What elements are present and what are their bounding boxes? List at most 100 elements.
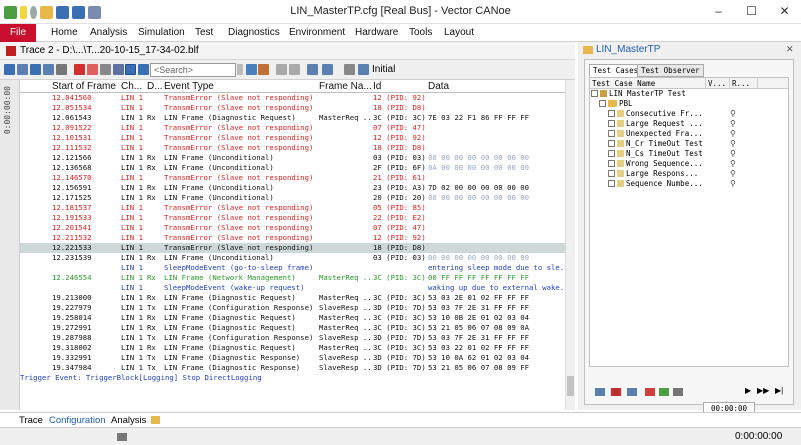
pin-icon[interactable]: ⚲ bbox=[730, 159, 736, 168]
tab-trace[interactable]: Trace bbox=[19, 415, 43, 426]
pin-icon[interactable]: ⚲ bbox=[730, 169, 736, 178]
col-result[interactable]: R... bbox=[730, 78, 758, 89]
table-row[interactable]: 12.051534 LIN 1 TransmError (Slave not res… bbox=[20, 103, 565, 113]
table-row[interactable]: 12.136568 LIN 1 Rx LIN Frame (Unconditional… bbox=[20, 163, 565, 173]
initial-dropdown[interactable]: Initial bbox=[372, 64, 395, 75]
col-data[interactable]: Data bbox=[428, 81, 449, 92]
menu-home[interactable]: Home bbox=[51, 24, 78, 42]
table-row[interactable]: 12.221533 LIN 1 TransmError (Slave not res… bbox=[20, 243, 565, 253]
col-verdict[interactable]: V... bbox=[706, 78, 730, 89]
panel-close-icon[interactable]: ✕ bbox=[786, 44, 794, 55]
pin-icon[interactable]: ⚲ bbox=[730, 139, 736, 148]
tree-group-pbl[interactable]: PBL bbox=[599, 99, 633, 109]
test-case-checkbox[interactable] bbox=[608, 120, 615, 127]
tab-test-observer[interactable]: Test Observer bbox=[637, 64, 704, 77]
font-icon[interactable] bbox=[344, 64, 355, 75]
doc-icon[interactable] bbox=[673, 388, 683, 396]
skip-icon[interactable]: ▶| bbox=[775, 386, 783, 395]
table-row[interactable]: 19.258014 LIN 1 Rx LIN Frame (Diagnostic Re… bbox=[20, 313, 565, 323]
col-start-of-frame[interactable]: Start of Frame bbox=[52, 81, 116, 92]
stop-run-icon[interactable] bbox=[611, 388, 621, 396]
layout-icon[interactable] bbox=[358, 64, 369, 75]
refresh-icon[interactable] bbox=[659, 388, 669, 396]
table-row[interactable]: 12.091522 LIN 1 TransmError (Slave not res… bbox=[20, 123, 565, 133]
table-row[interactable]: LIN 1 SleepModeEvent (wake-up request) wak… bbox=[20, 283, 565, 293]
pin-icon[interactable]: ⚲ bbox=[730, 149, 736, 158]
sort-icon[interactable] bbox=[30, 64, 41, 75]
tab-configuration[interactable]: Configuration bbox=[49, 415, 106, 426]
table-row[interactable]: 19.272991 LIN 1 Rx LIN Frame (Diagnostic Re… bbox=[20, 323, 565, 333]
detail-icon[interactable] bbox=[113, 64, 124, 75]
pin-icon[interactable]: ⚲ bbox=[730, 129, 736, 138]
test-case-checkbox[interactable] bbox=[608, 160, 615, 167]
pin-icon[interactable]: ⚲ bbox=[730, 179, 736, 188]
menu-layout[interactable]: Layout bbox=[444, 24, 474, 42]
play-icon[interactable]: ▶ bbox=[745, 386, 751, 395]
test-case-item[interactable]: Large Respons... bbox=[608, 169, 698, 179]
table-row[interactable]: LIN 1 SleepModeEvent (go-to-sleep frame) e… bbox=[20, 263, 565, 273]
menu-tools[interactable]: Tools bbox=[409, 24, 432, 42]
tree-root[interactable]: LIN MasterTP Test bbox=[591, 89, 686, 99]
pause-icon[interactable] bbox=[100, 64, 111, 75]
test-case-item[interactable]: N_Cs TimeOut Test bbox=[608, 149, 703, 159]
menu-diagnostics[interactable]: Diagnostics bbox=[228, 24, 280, 42]
search-dropdown-icon[interactable] bbox=[237, 64, 243, 75]
col-frame-name[interactable]: Frame Na... bbox=[319, 81, 372, 92]
test-case-checkbox[interactable] bbox=[608, 150, 615, 157]
trigger-event-row[interactable]: Trigger Event: TriggerBlock[Logging] Sto… bbox=[20, 373, 565, 383]
col-channel[interactable]: Ch... bbox=[121, 81, 142, 92]
col-event-type[interactable]: Event Type bbox=[164, 81, 214, 92]
scroll-lock-icon[interactable] bbox=[125, 64, 136, 75]
table-row[interactable]: 12.061543 LIN 1 Rx LIN Frame (Diagnostic Re… bbox=[20, 113, 565, 123]
col-direction[interactable]: D... bbox=[147, 81, 163, 92]
trace-scrollbar[interactable] bbox=[565, 80, 575, 410]
menu-environment[interactable]: Environment bbox=[289, 24, 345, 42]
autoscroll-icon[interactable] bbox=[138, 64, 149, 75]
table-row[interactable]: 12.181537 LIN 1 TransmError (Slave not res… bbox=[20, 203, 565, 213]
table-row[interactable]: 12.146570 LIN 1 TransmError (Slave not res… bbox=[20, 173, 565, 183]
col-test-case-name[interactable]: Test Case Name bbox=[590, 78, 706, 89]
table-row[interactable]: 12.191533 LIN 1 TransmError (Slave not res… bbox=[20, 213, 565, 223]
table-row[interactable]: 19.332991 LIN 1 Tx LIN Frame (Diagnostic Re… bbox=[20, 353, 565, 363]
table-row[interactable]: 12.211532 LIN 1 TransmError (Slave not res… bbox=[20, 233, 565, 243]
table-row[interactable]: 12.041560 LIN 1 TransmError (Slave not res… bbox=[20, 93, 565, 103]
tab-test-cases[interactable]: Test Cases bbox=[589, 64, 643, 77]
table-row[interactable]: 12.246554 LIN 1 Rx LIN Frame (Network Manag… bbox=[20, 273, 565, 283]
menu-analysis[interactable]: Analysis bbox=[90, 24, 127, 42]
report-icon[interactable] bbox=[645, 388, 655, 396]
find-prev-icon[interactable] bbox=[258, 64, 269, 75]
table-row[interactable]: 19.227979 LIN 1 Tx LIN Frame (Configuration… bbox=[20, 303, 565, 313]
test-case-item[interactable]: N_Cr TimeOut Test bbox=[608, 139, 703, 149]
nav-back-icon[interactable] bbox=[276, 64, 287, 75]
view-icon[interactable] bbox=[43, 64, 54, 75]
test-case-item[interactable]: Wrong Sequence... bbox=[608, 159, 703, 169]
file-menu[interactable]: File bbox=[0, 24, 36, 42]
select-icon[interactable] bbox=[627, 388, 637, 396]
test-case-checkbox[interactable] bbox=[608, 140, 615, 147]
table-row[interactable]: 12.156591 LIN 1 Rx LIN Frame (Unconditional… bbox=[20, 183, 565, 193]
table-row[interactable]: 12.231539 LIN 1 Rx LIN Frame (Unconditional… bbox=[20, 253, 565, 263]
trace-rows[interactable]: 12.041560 LIN 1 TransmError (Slave not res… bbox=[20, 93, 565, 409]
maximize-button[interactable]: ☐ bbox=[735, 0, 768, 24]
test-case-checkbox[interactable] bbox=[608, 110, 615, 117]
pin-icon[interactable]: ⚲ bbox=[730, 109, 736, 118]
clear-icon[interactable] bbox=[87, 64, 98, 75]
scroll-thumb[interactable] bbox=[567, 376, 574, 396]
menu-simulation[interactable]: Simulation bbox=[138, 24, 185, 42]
menu-hardware[interactable]: Hardware bbox=[355, 24, 398, 42]
table-row[interactable]: 12.121566 LIN 1 Rx LIN Frame (Unconditional… bbox=[20, 153, 565, 163]
delete-icon[interactable] bbox=[74, 64, 85, 75]
test-case-checkbox[interactable] bbox=[608, 130, 615, 137]
export-icon[interactable] bbox=[322, 64, 333, 75]
graphics-icon[interactable] bbox=[307, 64, 318, 75]
test-case-item[interactable]: Sequence Numbe... bbox=[608, 179, 703, 189]
test-case-item[interactable]: Consecutive Fr... bbox=[608, 109, 703, 119]
fast-forward-icon[interactable]: ▶▶ bbox=[757, 386, 769, 395]
table-row[interactable]: 19.213000 LIN 1 Rx LIN Frame (Diagnostic Re… bbox=[20, 293, 565, 303]
table-row[interactable]: 12.201541 LIN 1 TransmError (Slave not res… bbox=[20, 223, 565, 233]
minimize-button[interactable]: – bbox=[702, 0, 735, 24]
menu-test[interactable]: Test bbox=[195, 24, 213, 42]
new-page-icon[interactable] bbox=[151, 416, 160, 424]
find-next-icon[interactable] bbox=[246, 64, 257, 75]
table-row[interactable]: 19.347984 LIN 1 Tx LIN Frame (Diagnostic Re… bbox=[20, 363, 565, 373]
